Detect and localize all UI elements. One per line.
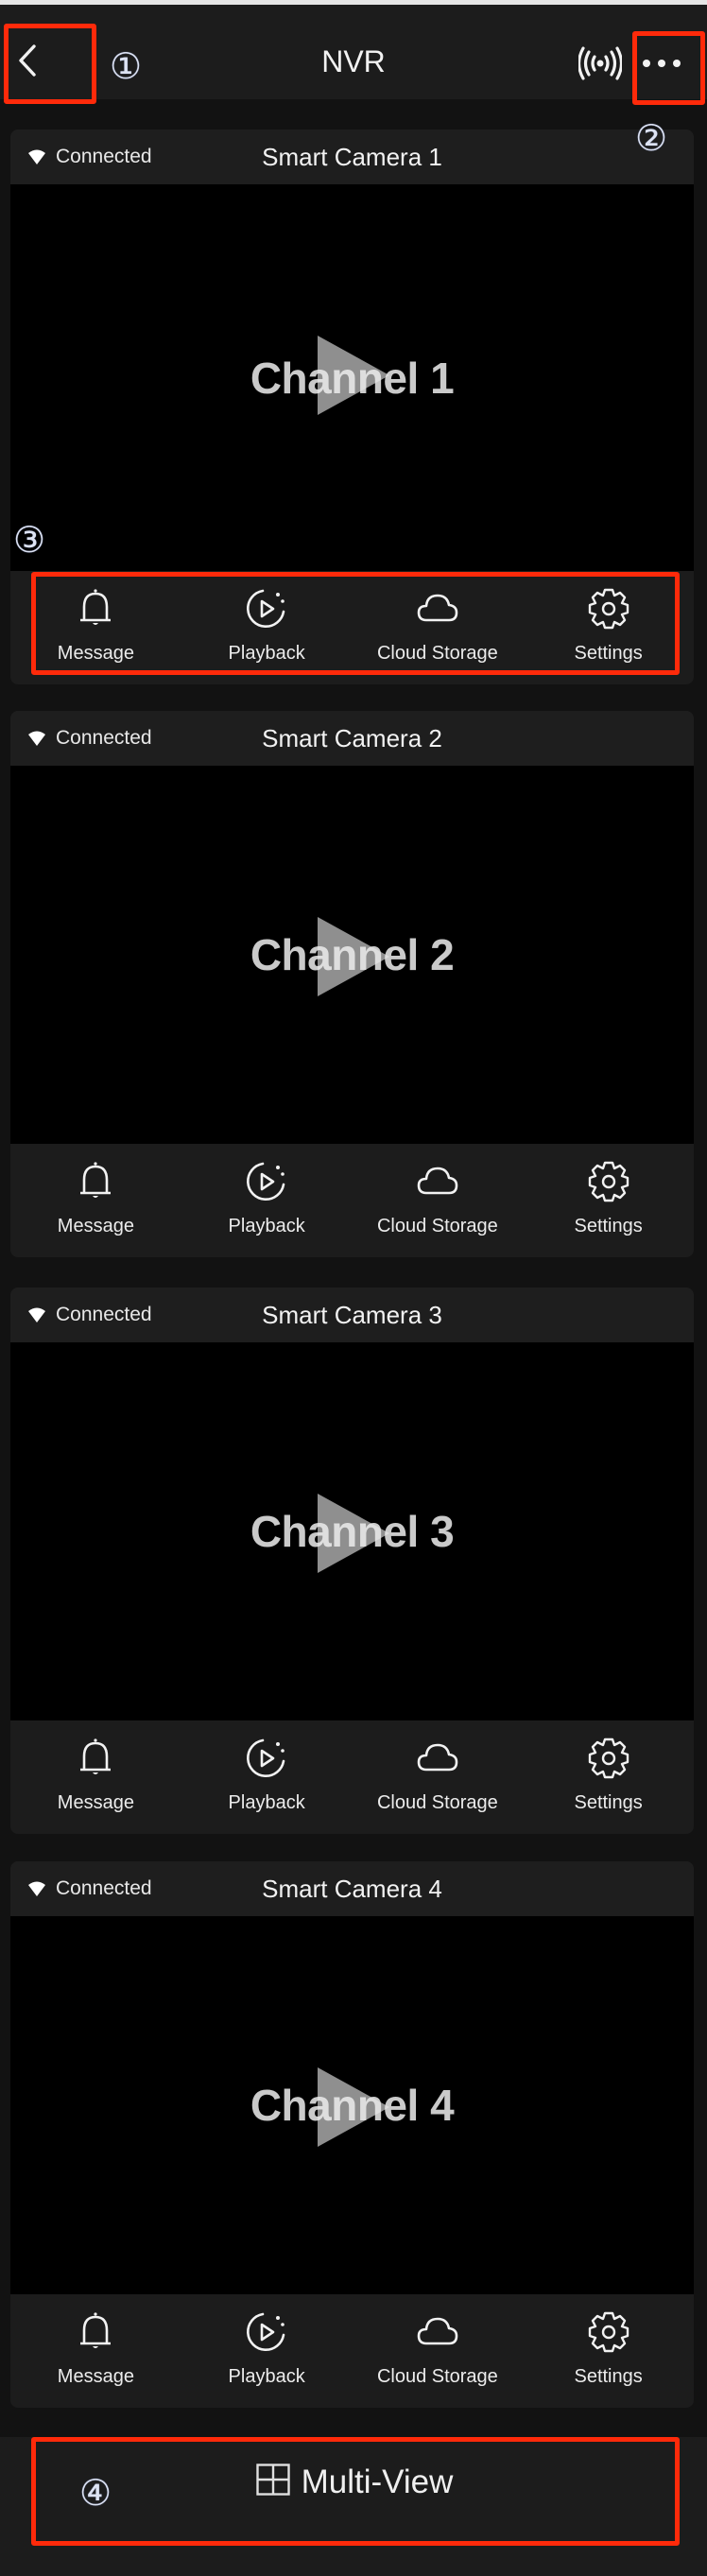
action-label: Message xyxy=(57,643,134,664)
action-label: Settings xyxy=(574,643,643,664)
message-button[interactable]: Message xyxy=(10,571,181,684)
action-label: Playback xyxy=(228,1792,305,1813)
grid-2x2-icon xyxy=(255,2464,290,2496)
message-button[interactable]: Message xyxy=(10,1144,181,1257)
bell-icon xyxy=(80,1738,112,1774)
cloud-icon xyxy=(417,1167,458,1195)
action-label: Message xyxy=(57,1792,134,1813)
multi-view-button[interactable]: Multi-View xyxy=(38,2446,671,2541)
cloud-storage-button[interactable]: Cloud Storage xyxy=(353,1144,524,1257)
video-preview[interactable]: Channel 2 xyxy=(10,766,694,1144)
bottom-bar: Multi-View xyxy=(0,2437,707,2576)
camera-actions: Message Playback Cloud Storage Settings xyxy=(10,1720,694,1834)
cloud-storage-button[interactable]: Cloud Storage xyxy=(353,571,524,684)
camera-actions: Message Playback Cloud Storage Settings xyxy=(10,1144,694,1257)
action-label: Playback xyxy=(228,1216,305,1236)
camera-name: Smart Camera 4 xyxy=(262,1875,442,1903)
channel-label: Channel 4 xyxy=(250,2081,455,2130)
video-preview[interactable]: Channel 1 xyxy=(10,184,694,571)
gear-icon xyxy=(588,1738,629,1779)
cloud-icon xyxy=(417,594,458,622)
camera-card-header: Connected Smart Camera 1 xyxy=(10,130,694,184)
action-label: Message xyxy=(57,2366,134,2387)
message-button[interactable]: Message xyxy=(10,2294,181,2408)
playback-button[interactable]: Playback xyxy=(181,2294,353,2408)
action-label: Cloud Storage xyxy=(376,1792,498,1813)
broadcast-signal-icon xyxy=(577,46,624,80)
camera-card-header: Connected Smart Camera 4 xyxy=(10,1861,694,1916)
multi-view-label: Multi-View xyxy=(301,2464,454,2500)
camera-card: Connected Smart Camera 2 Channel 2 Messa… xyxy=(10,711,694,1257)
channel-label: Channel 2 xyxy=(250,930,455,979)
playback-icon xyxy=(247,2312,285,2351)
video-preview[interactable]: Channel 3 xyxy=(10,1342,694,1720)
playback-button[interactable]: Playback xyxy=(181,1144,353,1257)
camera-name: Smart Camera 1 xyxy=(262,143,442,171)
action-label: Cloud Storage xyxy=(376,1216,498,1236)
camera-actions: Message Playback Cloud Storage Settings xyxy=(10,571,694,684)
cloud-icon xyxy=(417,2317,458,2345)
gear-icon xyxy=(588,2311,629,2353)
bell-icon xyxy=(80,1162,112,1198)
action-label: Message xyxy=(57,1216,134,1236)
signal-button[interactable] xyxy=(577,45,624,81)
top-nav-bar: NVR xyxy=(0,5,707,99)
camera-card-header: Connected Smart Camera 3 xyxy=(10,1288,694,1342)
channel-label: Channel 3 xyxy=(250,1507,455,1556)
playback-button[interactable]: Playback xyxy=(181,571,353,684)
cloud-storage-button[interactable]: Cloud Storage xyxy=(353,2294,524,2408)
action-label: Cloud Storage xyxy=(376,643,498,664)
action-label: Settings xyxy=(574,1792,643,1813)
camera-card: Connected Smart Camera 4 Channel 4 Messa… xyxy=(10,1861,694,2408)
settings-button[interactable]: Settings xyxy=(523,571,694,684)
playback-icon xyxy=(247,589,285,628)
camera-card: Connected Smart Camera 1 Channel 1 Messa… xyxy=(10,130,694,684)
cloud-storage-button[interactable]: Cloud Storage xyxy=(353,1720,524,1834)
action-label: Settings xyxy=(574,1216,643,1236)
action-label: Settings xyxy=(574,2366,643,2387)
settings-button[interactable]: Settings xyxy=(523,2294,694,2408)
camera-name: Smart Camera 2 xyxy=(262,724,442,752)
playback-icon xyxy=(247,1162,285,1201)
playback-icon xyxy=(247,1738,285,1777)
gear-icon xyxy=(588,1161,629,1202)
channel-label: Channel 1 xyxy=(250,353,455,403)
camera-actions: Message Playback Cloud Storage Settings xyxy=(10,2294,694,2408)
camera-name: Smart Camera 3 xyxy=(262,1301,442,1329)
bell-icon xyxy=(80,589,112,625)
settings-button[interactable]: Settings xyxy=(523,1144,694,1257)
more-horizontal-icon xyxy=(643,60,681,67)
action-label: Cloud Storage xyxy=(376,2366,498,2387)
cloud-icon xyxy=(417,1743,458,1772)
camera-card: Connected Smart Camera 3 Channel 3 Messa… xyxy=(10,1288,694,1834)
camera-card-header: Connected Smart Camera 2 xyxy=(10,711,694,766)
back-button[interactable] xyxy=(13,41,42,80)
playback-button[interactable]: Playback xyxy=(181,1720,353,1834)
chevron-left-icon xyxy=(19,44,36,77)
gear-icon xyxy=(588,588,629,630)
video-preview[interactable]: Channel 4 xyxy=(10,1916,694,2294)
settings-button[interactable]: Settings xyxy=(523,1720,694,1834)
bell-icon xyxy=(80,2312,112,2348)
action-label: Playback xyxy=(228,2366,305,2387)
message-button[interactable]: Message xyxy=(10,1720,181,1834)
more-options-button[interactable] xyxy=(639,49,684,78)
action-label: Playback xyxy=(228,643,305,664)
